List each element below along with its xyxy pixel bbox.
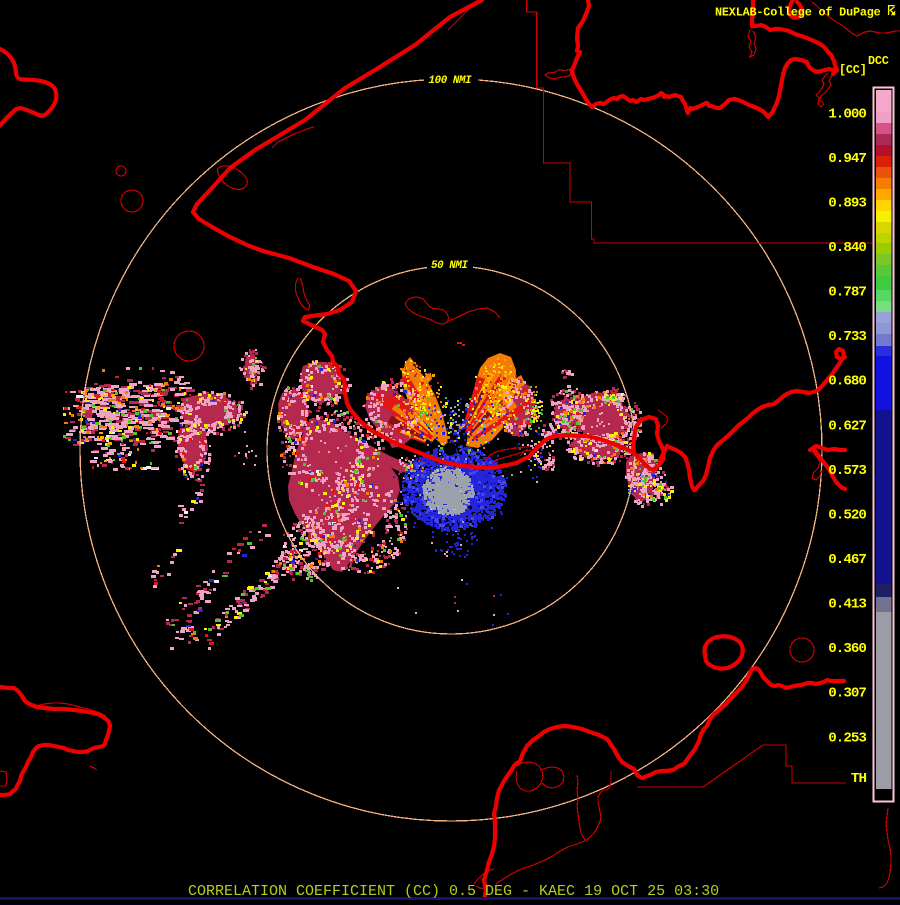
svg-text:0.947: 0.947 <box>828 151 866 167</box>
svg-text:DCC: DCC <box>868 54 889 68</box>
svg-text:0.573: 0.573 <box>828 463 866 479</box>
svg-text:0.840: 0.840 <box>828 240 866 256</box>
svg-text:50 NMI: 50 NMI <box>431 260 468 272</box>
svg-text:0.253: 0.253 <box>828 730 866 746</box>
svg-text:1.000: 1.000 <box>828 106 866 122</box>
svg-text:0.307: 0.307 <box>828 686 866 702</box>
svg-text:0.627: 0.627 <box>828 418 866 434</box>
svg-text:0.413: 0.413 <box>828 597 866 613</box>
svg-text:0.733: 0.733 <box>828 329 866 345</box>
svg-text:[CC]: [CC] <box>839 63 867 77</box>
svg-text:0.893: 0.893 <box>828 195 866 211</box>
svg-text:0.360: 0.360 <box>828 641 866 657</box>
svg-text:100 NMI: 100 NMI <box>429 75 473 87</box>
svg-text:0.520: 0.520 <box>828 507 866 523</box>
svg-text:CORRELATION COEFFICIENT (CC) 0: CORRELATION COEFFICIENT (CC) 0.5 DEG - K… <box>188 883 719 900</box>
svg-text:0.467: 0.467 <box>828 552 866 568</box>
svg-text:TH: TH <box>851 771 867 787</box>
svg-text:NEXLAB-College of DuPage: NEXLAB-College of DuPage <box>715 6 881 20</box>
svg-text:0.680: 0.680 <box>828 374 866 390</box>
svg-text:0.787: 0.787 <box>828 285 866 301</box>
